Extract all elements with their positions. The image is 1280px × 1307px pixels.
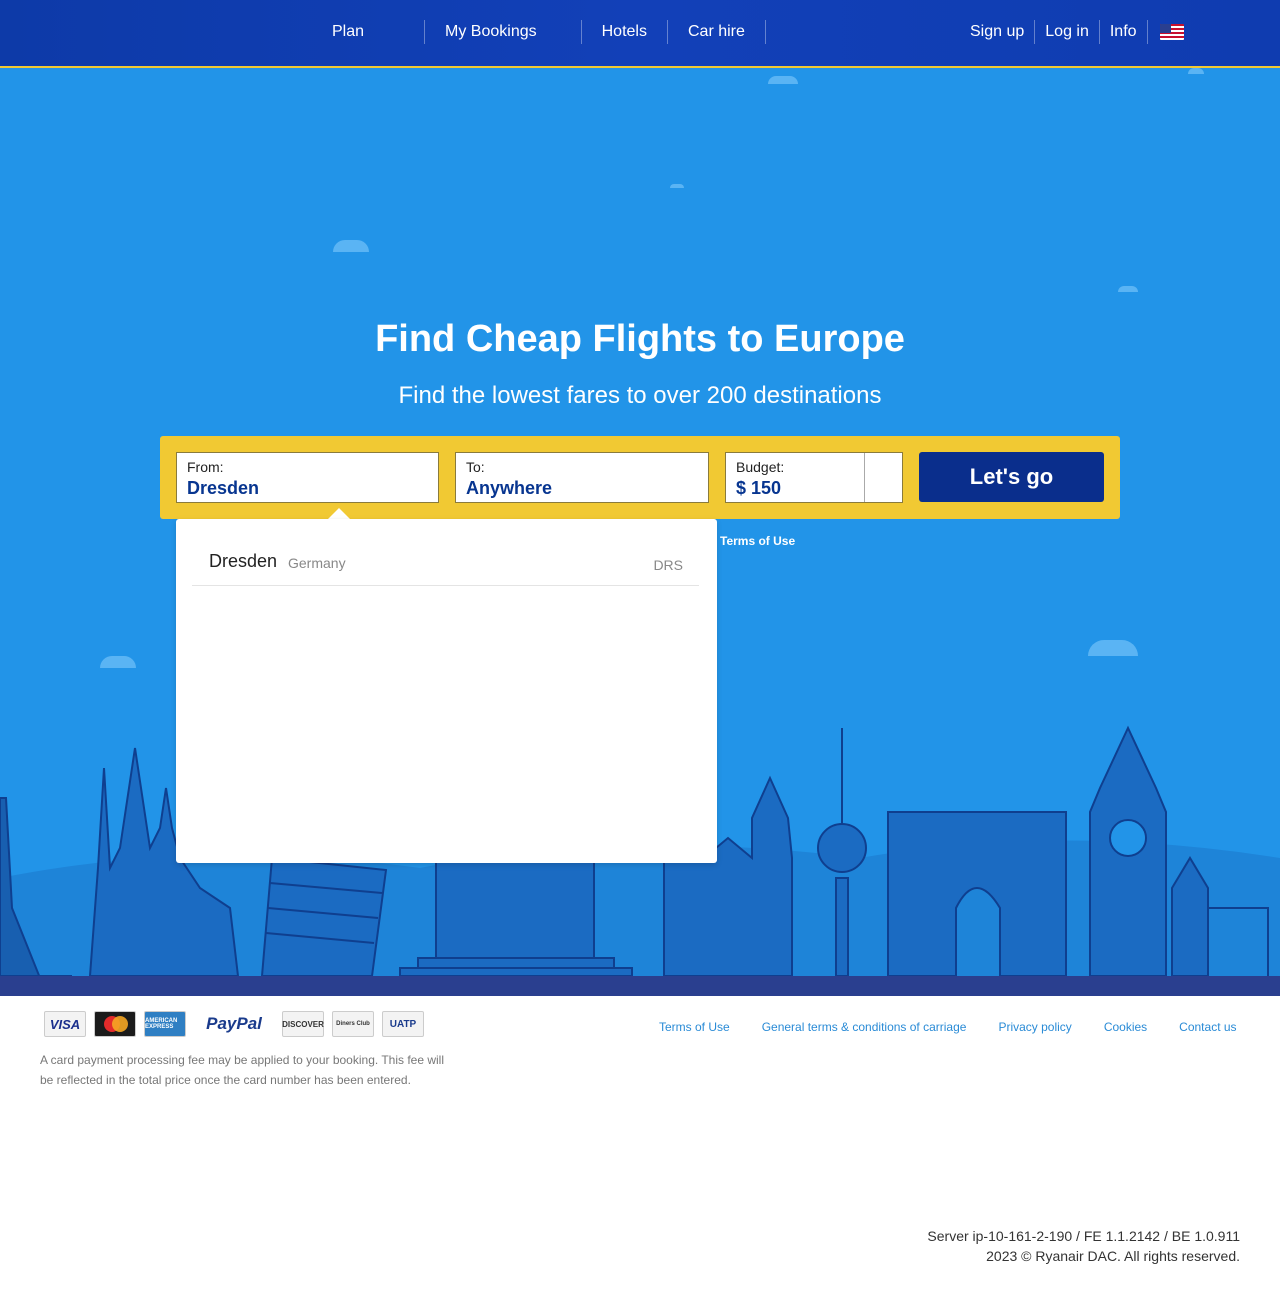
to-value[interactable]: Anywhere	[466, 478, 552, 499]
flight-search-form: From: Dresden To: Anywhere Budget: $ 150…	[160, 436, 1120, 519]
cloud-decoration	[1118, 286, 1138, 292]
cloud-decoration	[670, 184, 684, 188]
budget-field[interactable]: Budget: $ 150	[725, 452, 903, 503]
page-title: Find Cheap Flights to Europe	[375, 318, 905, 360]
nav-hotels[interactable]: Hotels	[582, 21, 667, 43]
suggestion-country: Germany	[288, 555, 346, 571]
us-flag-icon[interactable]	[1159, 24, 1184, 40]
server-version: Server ip-10-161-2-190 / FE 1.1.2142 / B…	[927, 1228, 1240, 1244]
footer-links: Terms of Use General terms & conditions …	[659, 1020, 1237, 1034]
page-subtitle: Find the lowest fares to over 200 destin…	[398, 382, 882, 409]
suggestion-airport-code: DRS	[653, 557, 683, 573]
account-nav: Sign up Log in Info	[960, 0, 1184, 64]
card-fee-note: A card payment processing fee may be app…	[40, 1053, 445, 1087]
footer-privacy-link[interactable]: Privacy policy	[998, 1020, 1071, 1034]
list-item[interactable]: Dresden Germany DRS	[192, 547, 699, 586]
nav-divider	[1146, 20, 1148, 44]
footer-contact-link[interactable]: Contact us	[1179, 1020, 1236, 1034]
paypal-icon: PayPal	[206, 1014, 262, 1033]
cloud-decoration	[333, 240, 369, 252]
copyright: 2023 © Ryanair DAC. All rights reserved.	[986, 1248, 1240, 1264]
lets-go-button[interactable]: Let's go	[919, 452, 1104, 502]
cloud-decoration	[1188, 68, 1204, 74]
payment-methods: VISA AMERICAN EXPRESS PayPal DISCOVER Di…	[44, 1011, 424, 1037]
uatp-icon: UATP	[382, 1011, 424, 1037]
budget-divider	[864, 453, 865, 502]
info-link[interactable]: Info	[1100, 21, 1147, 43]
top-navigation-bar: Plan My Bookings Hotels Car hire Sign up…	[0, 0, 1280, 68]
budget-value[interactable]: $ 150	[736, 478, 781, 499]
diners-club-icon: Diners Club	[332, 1011, 374, 1037]
nav-plan[interactable]: Plan	[312, 21, 424, 43]
visa-icon: VISA	[44, 1011, 86, 1037]
footer-stripe	[0, 976, 1280, 996]
nav-my-bookings[interactable]: My Bookings	[425, 21, 581, 43]
to-field[interactable]: To: Anywhere	[455, 452, 709, 503]
mastercard-icon	[94, 1011, 136, 1037]
to-label: To:	[466, 459, 485, 475]
log-in-link[interactable]: Log in	[1035, 21, 1099, 43]
from-label: From:	[187, 459, 224, 475]
budget-label: Budget:	[736, 459, 785, 475]
amex-icon: AMERICAN EXPRESS	[144, 1011, 186, 1037]
mastercard-circle	[112, 1016, 128, 1032]
cloud-decoration	[768, 76, 798, 84]
from-field[interactable]: From: Dresden	[176, 452, 439, 503]
footer-general-terms-link[interactable]: General terms & conditions of carriage	[762, 1020, 967, 1034]
terms-of-use-link[interactable]: Terms of Use	[720, 534, 795, 548]
cloud-decoration	[1088, 640, 1138, 656]
footer-terms-link[interactable]: Terms of Use	[659, 1020, 730, 1034]
server-info: Server ip-10-161-2-190 / FE 1.1.2142 / B…	[927, 1226, 1240, 1266]
nav-divider	[764, 20, 766, 44]
main-nav: Plan My Bookings Hotels Car hire	[312, 0, 766, 64]
sign-up-link[interactable]: Sign up	[960, 21, 1034, 43]
footer-cookies-link[interactable]: Cookies	[1104, 1020, 1147, 1034]
suggestion-city: Dresden	[209, 551, 278, 571]
airport-suggestions-dropdown: Dresden Germany DRS	[176, 519, 717, 863]
cloud-decoration	[100, 656, 136, 668]
discover-icon: DISCOVER	[282, 1011, 324, 1037]
nav-car-hire[interactable]: Car hire	[668, 21, 765, 43]
from-value[interactable]: Dresden	[187, 478, 259, 499]
